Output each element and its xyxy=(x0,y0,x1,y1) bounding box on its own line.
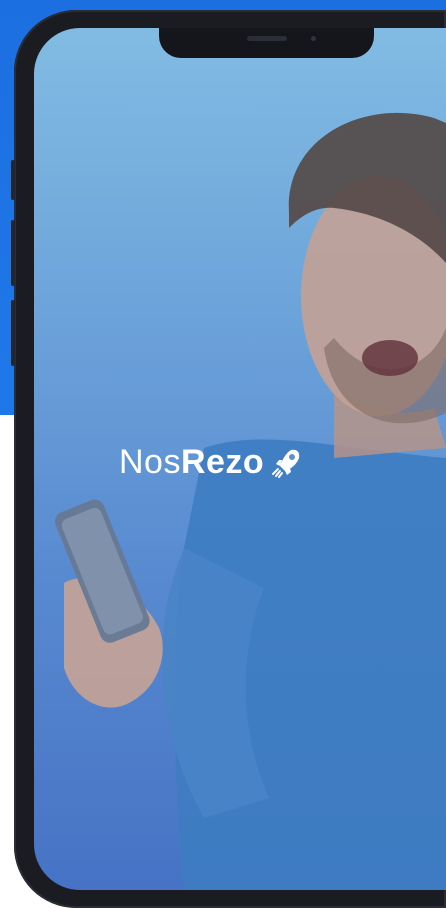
phone-side-button xyxy=(11,220,15,286)
rocket-icon xyxy=(272,449,300,478)
logo-text-nos: Nos xyxy=(119,442,181,481)
logo-text-rezo: Rezo xyxy=(180,442,265,481)
phone-screen: Nos Rezo xyxy=(34,28,446,890)
camera-icon xyxy=(311,36,316,41)
app-logo: Nos Rezo xyxy=(119,442,304,482)
phone-side-button xyxy=(11,160,15,200)
splash-screen: Nos Rezo xyxy=(0,0,446,908)
phone-side-button xyxy=(11,300,15,366)
phone-notch xyxy=(159,28,374,58)
speaker-icon xyxy=(247,36,287,41)
